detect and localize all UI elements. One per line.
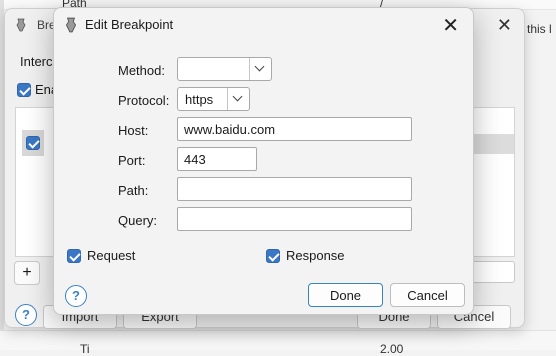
request-checkbox-row[interactable]: Request bbox=[67, 248, 135, 263]
table-row[interactable] bbox=[22, 130, 44, 156]
edit-breakpoint-dialog: Edit Breakpoint ✕ Method: Protocol: http… bbox=[53, 7, 474, 315]
path-input[interactable] bbox=[177, 177, 412, 201]
path-label: Path: bbox=[118, 183, 149, 198]
background-bottom-right-text: 2.00 bbox=[380, 342, 404, 356]
done-button[interactable]: Done bbox=[308, 283, 383, 307]
port-input[interactable] bbox=[177, 147, 257, 171]
method-label: Method: bbox=[118, 63, 165, 78]
close-icon[interactable]: ✕ bbox=[442, 13, 459, 38]
query-input[interactable] bbox=[177, 207, 412, 231]
app-icon bbox=[65, 17, 77, 33]
response-checkbox[interactable] bbox=[266, 248, 280, 263]
dialog-titlebar: Edit Breakpoint ✕ bbox=[54, 8, 473, 42]
protocol-value: https bbox=[185, 92, 214, 107]
protocol-select[interactable]: https bbox=[177, 87, 250, 111]
background-overflow-text: this l bbox=[527, 22, 552, 36]
intercept-label: Interc bbox=[20, 54, 53, 69]
response-checkbox-row[interactable]: Response bbox=[266, 248, 345, 263]
help-icon[interactable]: ? bbox=[65, 285, 87, 307]
request-checkbox[interactable] bbox=[67, 248, 81, 263]
query-label: Query: bbox=[118, 213, 158, 228]
enable-checkbox-row[interactable]: Ena bbox=[17, 82, 58, 97]
background-bottom-left-text: Ti bbox=[80, 342, 90, 356]
host-input[interactable] bbox=[177, 117, 412, 141]
chevron-down-icon[interactable] bbox=[227, 88, 249, 110]
host-label: Host: bbox=[118, 123, 149, 138]
row-enabled-checkbox[interactable] bbox=[26, 136, 40, 150]
response-label: Response bbox=[286, 248, 345, 263]
close-icon[interactable]: ✕ bbox=[497, 15, 512, 36]
chevron-down-icon[interactable] bbox=[249, 58, 271, 80]
add-breakpoint-button[interactable]: + bbox=[14, 261, 40, 285]
port-label: Port: bbox=[118, 153, 146, 168]
help-icon[interactable]: ? bbox=[15, 304, 37, 326]
request-label: Request bbox=[87, 248, 136, 263]
enable-checkbox[interactable] bbox=[17, 82, 31, 97]
cancel-button[interactable]: Cancel bbox=[390, 283, 465, 307]
method-select[interactable] bbox=[177, 57, 272, 81]
protocol-label: Protocol: bbox=[118, 93, 170, 108]
app-icon bbox=[16, 18, 26, 32]
dialog-title: Edit Breakpoint bbox=[85, 17, 174, 32]
